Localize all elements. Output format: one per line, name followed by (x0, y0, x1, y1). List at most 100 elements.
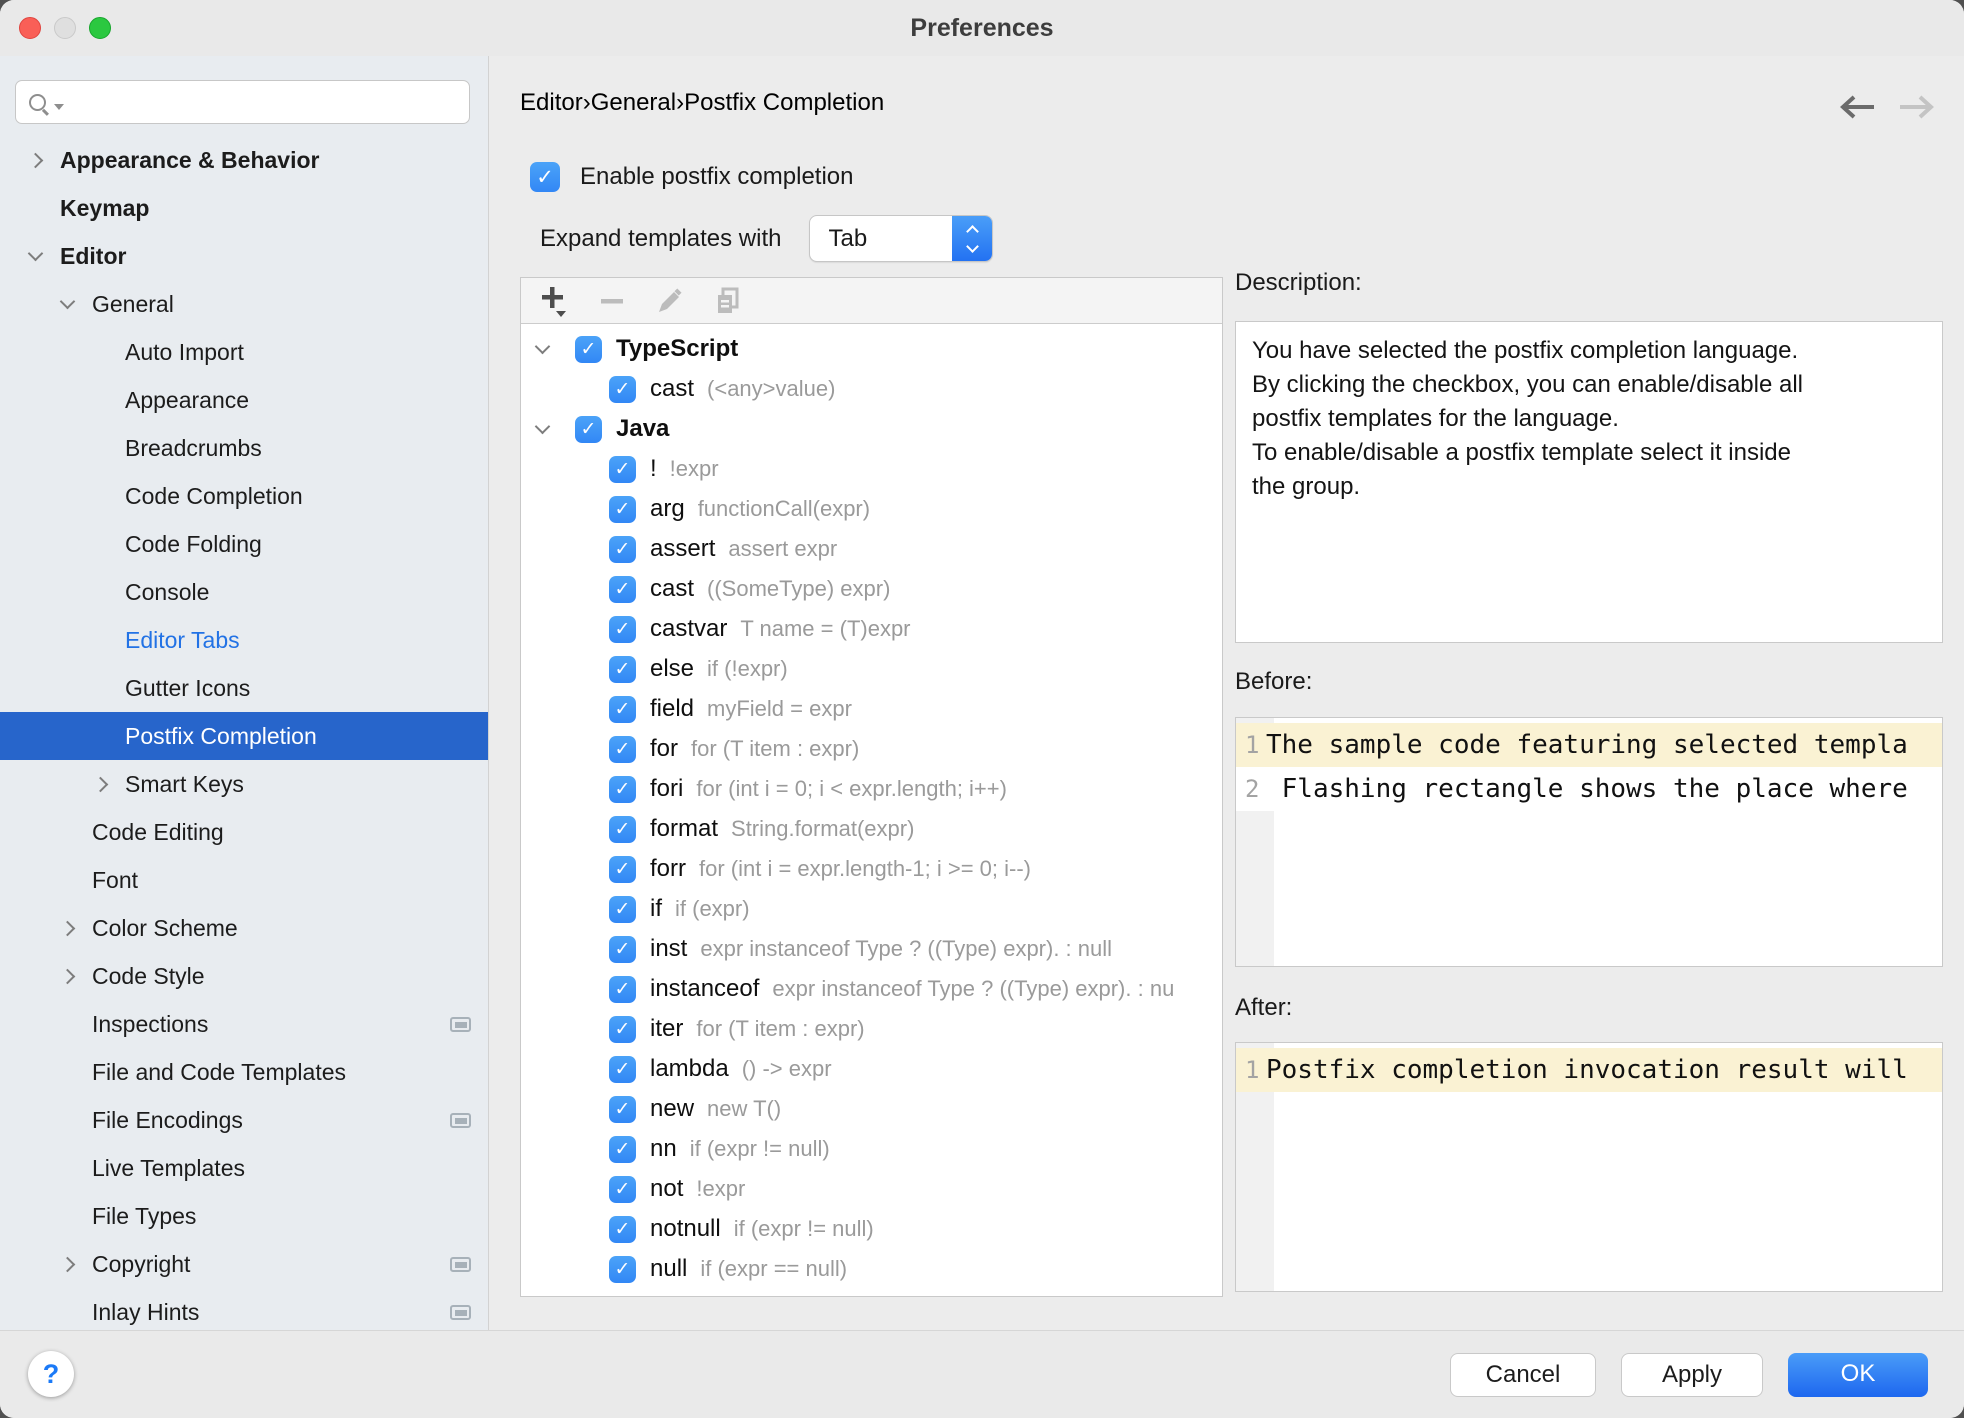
after-code-box[interactable]: 1 Postfix completion invocation result w… (1235, 1042, 1943, 1292)
template-checkbox[interactable]: ✓ (609, 456, 636, 483)
tree-row[interactable]: ✓ cast (<any>value) (521, 369, 1222, 409)
template-checkbox[interactable]: ✓ (609, 616, 636, 643)
sidebar-item[interactable]: Appearance (0, 376, 488, 424)
edit-template-button[interactable] (655, 285, 685, 317)
template-checkbox[interactable]: ✓ (609, 1216, 636, 1243)
tree-row[interactable]: ✓ else if (!expr) (521, 649, 1222, 689)
sidebar-item[interactable]: Font (0, 856, 488, 904)
tree-row[interactable]: ✓ inst expr instanceof Type ? ((Type) ex… (521, 929, 1222, 969)
template-checkbox[interactable]: ✓ (609, 776, 636, 803)
breadcrumb-token[interactable]: Editor (520, 89, 583, 117)
sidebar-item[interactable]: File and Code Templates (0, 1048, 488, 1096)
sidebar-item[interactable]: Breadcrumbs (0, 424, 488, 472)
sidebar-item[interactable]: General (0, 280, 488, 328)
tree-row[interactable]: ✓ arg functionCall(expr) (521, 489, 1222, 529)
template-checkbox[interactable]: ✓ (575, 336, 602, 363)
apply-button[interactable]: Apply (1621, 1353, 1763, 1397)
search-input[interactable] (64, 82, 469, 122)
sidebar-item[interactable]: Live Templates (0, 1144, 488, 1192)
tree-row[interactable]: ✓ notnull if (expr != null) (521, 1209, 1222, 1249)
minimize-button[interactable] (54, 17, 76, 39)
tree-row[interactable]: ✓ format String.format(expr) (521, 809, 1222, 849)
sidebar-item[interactable]: Console (0, 568, 488, 616)
sidebar-item[interactable]: Inspections (0, 1000, 488, 1048)
duplicate-template-button[interactable] (713, 285, 743, 317)
tree-row[interactable]: ✓ lambda () -> expr (521, 1049, 1222, 1089)
sidebar-item[interactable]: Code Completion (0, 472, 488, 520)
expand-chevron-icon[interactable] (60, 1256, 76, 1272)
remove-template-button[interactable] (597, 285, 627, 317)
template-checkbox[interactable]: ✓ (609, 376, 636, 403)
tree-row[interactable]: ✓ fori for (int i = 0; i < expr.length; … (521, 769, 1222, 809)
template-checkbox[interactable]: ✓ (609, 1016, 636, 1043)
expand-chevron-icon[interactable] (28, 152, 44, 168)
tree-row[interactable]: ✓ nn if (expr != null) (521, 1129, 1222, 1169)
template-checkbox[interactable]: ✓ (609, 936, 636, 963)
back-arrow-icon[interactable] (1838, 92, 1876, 122)
help-button[interactable]: ? (28, 1351, 74, 1397)
tree-row[interactable]: ✓ not !expr (521, 1169, 1222, 1209)
expand-chevron-icon[interactable] (93, 776, 109, 792)
tree-row[interactable]: ✓ forr for (int i = expr.length-1; i >= … (521, 849, 1222, 889)
template-checkbox[interactable]: ✓ (609, 1256, 636, 1283)
cancel-button[interactable]: Cancel (1450, 1353, 1596, 1397)
tree-row[interactable]: ✓ TypeScript (521, 329, 1222, 369)
sidebar-item[interactable]: Color Scheme (0, 904, 488, 952)
sidebar-item[interactable]: Editor (0, 232, 488, 280)
tree-row[interactable]: ✓ new new T() (521, 1089, 1222, 1129)
tree-row[interactable]: ✓ instanceof expr instanceof Type ? ((Ty… (521, 969, 1222, 1009)
group-chevron-down-icon[interactable] (535, 338, 551, 354)
tree-row[interactable]: ✓ iter for (T item : expr) (521, 1009, 1222, 1049)
zoom-button[interactable] (89, 17, 111, 39)
enable-postfix-checkbox[interactable]: ✓ (530, 162, 560, 192)
breadcrumb-token[interactable]: General (591, 89, 676, 117)
sidebar-item[interactable]: Code Style (0, 952, 488, 1000)
template-checkbox[interactable]: ✓ (609, 1056, 636, 1083)
tree-row[interactable]: ✓ castvar T name = (T)expr (521, 609, 1222, 649)
ok-button[interactable]: OK (1788, 1353, 1928, 1397)
template-checkbox[interactable]: ✓ (609, 1096, 636, 1123)
template-checkbox[interactable]: ✓ (609, 696, 636, 723)
tree-row[interactable]: ✓ assert assert expr (521, 529, 1222, 569)
sidebar-item[interactable]: Postfix Completion (0, 712, 488, 760)
template-checkbox[interactable]: ✓ (609, 896, 636, 923)
sidebar-item[interactable]: File Encodings (0, 1096, 488, 1144)
sidebar-item[interactable]: Inlay Hints (0, 1288, 488, 1330)
sidebar-item[interactable]: Auto Import (0, 328, 488, 376)
template-checkbox[interactable]: ✓ (609, 856, 636, 883)
template-checkbox[interactable]: ✓ (609, 576, 636, 603)
template-checkbox[interactable]: ✓ (609, 656, 636, 683)
breadcrumb-token[interactable]: Postfix Completion (684, 89, 884, 117)
group-chevron-down-icon[interactable] (535, 418, 551, 434)
sidebar-item[interactable]: Code Folding (0, 520, 488, 568)
tree-row[interactable]: ✓ if if (expr) (521, 889, 1222, 929)
expand-chevron-icon[interactable] (60, 293, 76, 309)
sidebar-item[interactable]: Keymap (0, 184, 488, 232)
template-checkbox[interactable]: ✓ (609, 736, 636, 763)
template-checkbox[interactable]: ✓ (575, 416, 602, 443)
template-checkbox[interactable]: ✓ (609, 1296, 636, 1297)
expand-templates-select[interactable]: Tab (809, 215, 993, 262)
breadcrumb-token[interactable]: › (676, 89, 684, 117)
sidebar-item[interactable]: Editor Tabs (0, 616, 488, 664)
search-history-chevron-icon[interactable] (54, 104, 64, 110)
template-checkbox[interactable]: ✓ (609, 536, 636, 563)
settings-search[interactable] (15, 80, 470, 124)
sidebar-item[interactable]: Copyright (0, 1240, 488, 1288)
breadcrumb-token[interactable]: › (583, 89, 591, 117)
sidebar-item[interactable]: Appearance & Behavior (0, 136, 488, 184)
sidebar-item[interactable]: Gutter Icons (0, 664, 488, 712)
tree-row[interactable]: ✓ null if (expr == null) (521, 1249, 1222, 1289)
template-checkbox[interactable]: ✓ (609, 1176, 636, 1203)
template-checkbox[interactable]: ✓ (609, 496, 636, 523)
tree-row[interactable]: ✓ (521, 1289, 1222, 1296)
select-stepper[interactable] (952, 216, 992, 261)
sidebar-item[interactable]: File Types (0, 1192, 488, 1240)
tree-row[interactable]: ✓ Java (521, 409, 1222, 449)
expand-chevron-icon[interactable] (28, 245, 44, 261)
expand-chevron-icon[interactable] (60, 920, 76, 936)
forward-arrow-icon[interactable] (1898, 92, 1936, 122)
tree-row[interactable]: ✓ ! !expr (521, 449, 1222, 489)
template-checkbox[interactable]: ✓ (609, 976, 636, 1003)
close-button[interactable] (19, 17, 41, 39)
